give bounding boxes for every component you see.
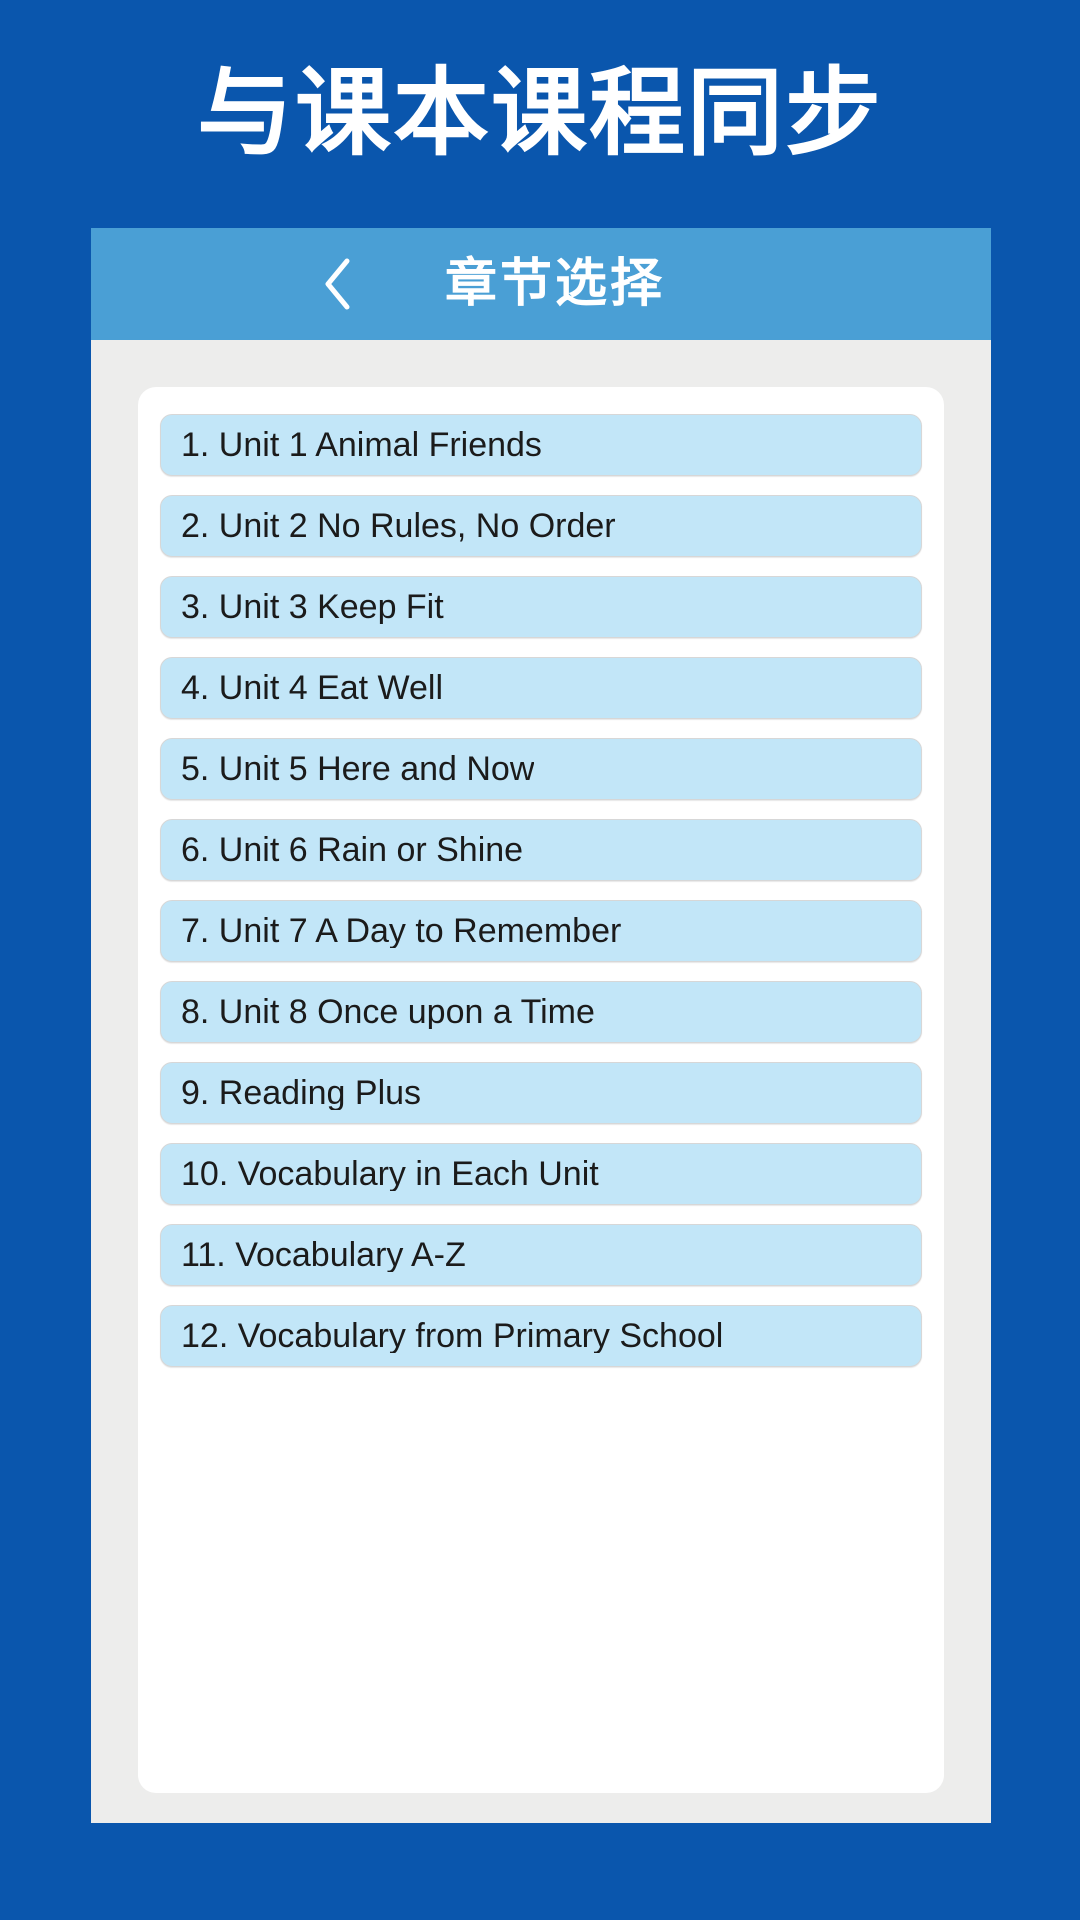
- back-button[interactable]: [313, 254, 361, 314]
- chapter-list-item[interactable]: 2. Unit 2 No Rules, No Order: [160, 495, 922, 557]
- chevron-left-icon: [320, 255, 354, 313]
- chapter-item-label: 3. Unit 3 Keep Fit: [181, 590, 444, 624]
- navigation-bar: 章节选择: [91, 228, 991, 340]
- chapter-list-item[interactable]: 3. Unit 3 Keep Fit: [160, 576, 922, 638]
- chapter-list-item[interactable]: 6. Unit 6 Rain or Shine: [160, 819, 922, 881]
- chapter-item-label: 6. Unit 6 Rain or Shine: [181, 833, 524, 867]
- chapter-item-label: 7. Unit 7 A Day to Remember: [181, 914, 622, 948]
- chapter-item-label: 1. Unit 1 Animal Friends: [181, 428, 542, 462]
- chapter-item-label: 5. Unit 5 Here and Now: [181, 752, 535, 786]
- chapter-item-label: 8. Unit 8 Once upon a Time: [181, 995, 595, 1029]
- chapter-item-label: 4. Unit 4 Eat Well: [181, 671, 444, 705]
- chapter-list-item[interactable]: 5. Unit 5 Here and Now: [160, 738, 922, 800]
- chapter-list-item[interactable]: 12. Vocabulary from Primary School: [160, 1305, 922, 1367]
- chapter-item-label: 9. Reading Plus: [181, 1076, 422, 1110]
- nav-title: 章节选择: [444, 255, 665, 313]
- promo-headline: 与课本课程同步: [197, 60, 883, 167]
- app-frame: 章节选择 1. Unit 1 Animal Friends 2. Unit 2 …: [91, 228, 991, 1823]
- chapter-list-item[interactable]: 7. Unit 7 A Day to Remember: [160, 900, 922, 962]
- chapter-list-item[interactable]: 4. Unit 4 Eat Well: [160, 657, 922, 719]
- chapter-list-item[interactable]: 9. Reading Plus: [160, 1062, 922, 1124]
- chapter-item-label: 2. Unit 2 No Rules, No Order: [181, 509, 616, 543]
- content-area: 1. Unit 1 Animal Friends 2. Unit 2 No Ru…: [91, 340, 991, 1823]
- chapter-item-label: 11. Vocabulary A-Z: [181, 1238, 466, 1272]
- chapter-item-label: 10. Vocabulary in Each Unit: [181, 1157, 599, 1191]
- chapter-list[interactable]: 1. Unit 1 Animal Friends 2. Unit 2 No Ru…: [160, 414, 922, 1367]
- chapter-list-item[interactable]: 11. Vocabulary A-Z: [160, 1224, 922, 1286]
- chapter-item-label: 12. Vocabulary from Primary School: [181, 1319, 724, 1353]
- chapter-list-item[interactable]: 8. Unit 8 Once upon a Time: [160, 981, 922, 1043]
- chapter-list-item[interactable]: 1. Unit 1 Animal Friends: [160, 414, 922, 476]
- chapter-list-card: 1. Unit 1 Animal Friends 2. Unit 2 No Ru…: [138, 387, 944, 1793]
- chapter-list-item[interactable]: 10. Vocabulary in Each Unit: [160, 1143, 922, 1205]
